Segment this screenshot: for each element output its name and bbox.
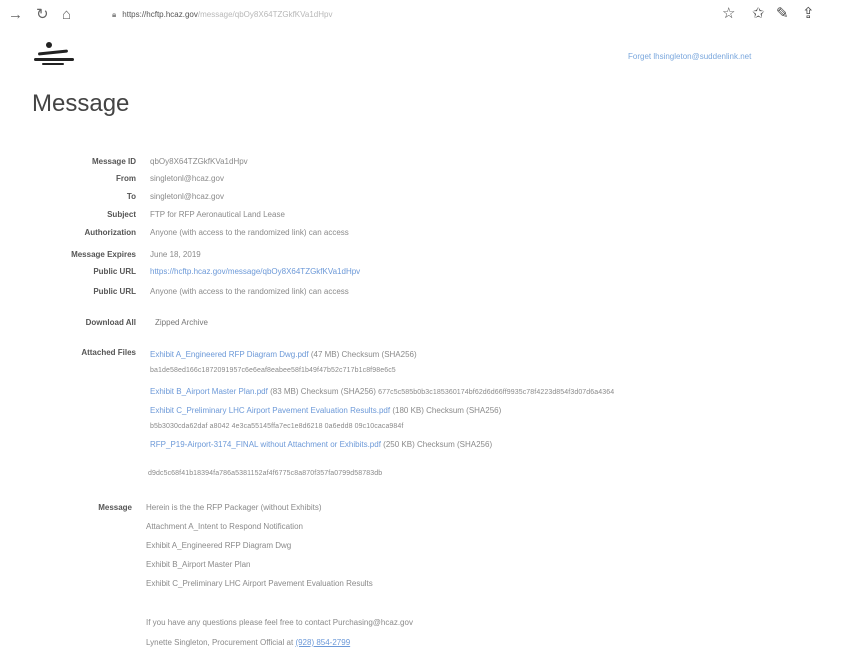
file-checksum: 677c5c585b0b3c185360174bf62d6d66ff9935c7… [378,389,615,396]
message-label: Message [98,503,132,512]
signature-line: Lynette Singleton, Procurement Official … [146,638,350,647]
file-entry: Exhibit A_Engineered RFP Diagram Dwg.pdf… [150,350,417,359]
share-icon[interactable]: ⇪ [802,6,815,22]
authorization-value: Anyone (with access to the randomized li… [150,228,349,237]
file-entry: Exhibit B_Airport Master Plan.pdf (83 MB… [150,387,614,396]
from-value: singletonl@hcaz.gov [150,174,224,183]
zipped-archive-link[interactable]: Zipped Archive [155,318,208,327]
file-entry: RFP_P19-Airport-3174_FINAL without Attac… [150,440,492,449]
file-entry: Exhibit C_Preliminary LHC Airport Paveme… [150,406,501,415]
expires-label: Message Expires [71,250,136,259]
home-icon[interactable]: ⌂ [62,7,71,23]
file-link[interactable]: Exhibit A_Engineered RFP Diagram Dwg.pdf [150,350,309,359]
phone-link[interactable]: (928) 854-2799 [295,638,350,647]
file-meta: (250 KB) Checksum (SHA256) [383,440,493,449]
message-id-value: qbOy8X64TZGkfKVa1dHpv [150,157,248,166]
public-url-link[interactable]: https://hcftp.hcaz.gov/message/qbOy8X64T… [150,267,360,276]
favorite-star-icon[interactable]: ☆ [722,6,735,22]
url-host: https://hcftp.hcaz.gov [122,10,198,19]
to-label: To [126,192,136,201]
logo-wave-small-shape [42,63,64,65]
subject-value: FTP for RFP Aeronautical Land Lease [150,210,285,219]
attached-files-label: Attached Files [81,348,136,357]
file-checksum: b5b3030cda62daf a8042 4e3ca55145ffa7ec1e… [150,423,404,430]
from-label: From [116,174,136,183]
logo-arm-shape [37,49,69,56]
file-meta: (83 MB) Checksum (SHA256) [270,387,376,396]
public-url-label: Public URL [93,267,136,276]
site-logo[interactable] [32,42,78,68]
file-meta: (47 MB) Checksum (SHA256) [310,350,417,359]
to-value: singletonl@hcaz.gov [150,192,224,201]
authorization-label: Authorization [84,228,136,237]
public-url-access-value: Anyone (with access to the randomized li… [150,287,349,296]
expires-value: June 18, 2019 [150,250,201,259]
file-link[interactable]: RFP_P19-Airport-3174_FINAL without Attac… [150,440,381,449]
logo-head-shape [46,42,52,48]
logo-wave-shape [34,58,74,61]
forget-user-link[interactable]: Forget lhsingleton@suddenlink.net [628,52,751,61]
message-id-label: Message ID [91,157,136,166]
public-url-access-label: Public URL [93,287,136,296]
file-link[interactable]: Exhibit C_Preliminary LHC Airport Paveme… [150,406,390,415]
message-line: Exhibit B_Airport Master Plan [146,560,251,569]
file-meta: (180 KB) Checksum (SHA256) [392,406,502,415]
signature-text: Lynette Singleton, Procurement Official … [146,638,294,647]
file-link[interactable]: Exhibit B_Airport Master Plan.pdf [150,387,268,396]
message-line: Exhibit C_Preliminary LHC Airport Paveme… [146,579,373,588]
url-path: /message/qbOy8X64TZGkfKVa1dHpv [197,10,333,19]
contact-line: If you have any questions please feel fr… [146,618,413,627]
file-checksum: ba1de58ed166c1872091957c6e6eaf8eabee58f1… [150,367,396,374]
message-line: Attachment A_Intent to Respond Notificat… [146,522,303,531]
browser-toolbar: → ↻ ⌂ 🔒︎ https://hcftp.hcaz.gov/message/q… [0,0,849,30]
favorites-list-icon[interactable]: ✩ [752,6,765,22]
reload-icon[interactable]: ↻ [36,7,49,23]
pen-icon[interactable]: ✎ [776,6,789,22]
message-line: Exhibit A_Engineered RFP Diagram Dwg [146,541,292,550]
address-bar[interactable]: 🔒︎ https://hcftp.hcaz.gov/message/qbOy8X6… [112,10,332,20]
subject-label: Subject [107,210,136,219]
file-checksum: d9dc5c68f41b18394fa786a5381152af4f6775c8… [148,470,383,477]
lock-icon: 🔒︎ [112,10,117,19]
back-arrow-icon[interactable]: → [8,7,23,23]
page-title: Message [32,90,130,117]
message-line: Herein is the the RFP Packager (without … [146,503,322,512]
download-all-label: Download All [85,318,136,327]
